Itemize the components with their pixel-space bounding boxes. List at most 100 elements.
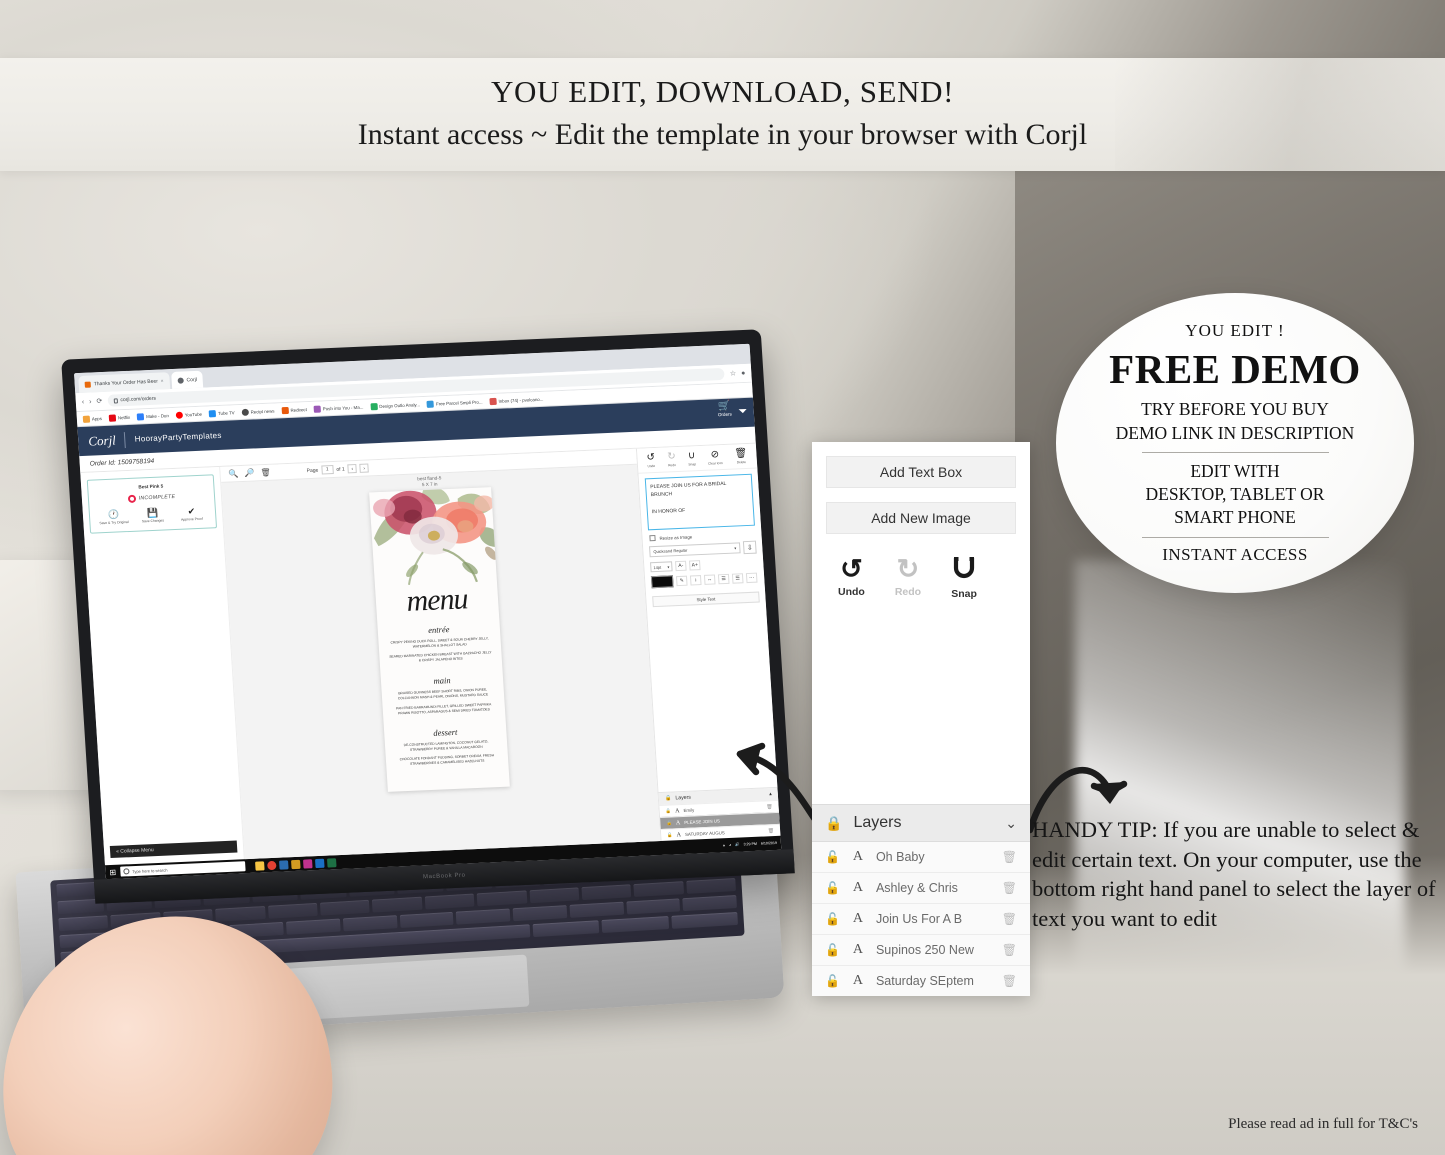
trash-icon[interactable]: 🗑 [1002,912,1017,926]
bookmark-favicon [489,397,497,405]
unlock-icon[interactable]: 🔓 [825,943,840,957]
browser-tab-active[interactable]: Corjl [171,370,204,389]
unlock-icon[interactable]: 🔓 [825,881,840,895]
snap-button[interactable]: ∪ Snap [688,450,696,466]
corjl-logo[interactable]: Corjl [88,432,116,449]
zoom-in-icon[interactable]: 🔍 [228,469,239,478]
order-card[interactable]: Best Pink 5 INCOMPLETE 🕐 Save & Try Orig… [86,474,218,534]
chrome-icon[interactable] [266,860,277,870]
undo-button[interactable]: ↺ Undo [646,452,655,468]
more-options-button[interactable]: ⋯ [745,572,758,584]
bookmark-item[interactable]: Push into You - Ma... [313,403,364,413]
clear-button[interactable]: ⊘ Clear Icon [707,449,723,465]
chevron-down-icon[interactable] [738,408,747,414]
chevron-up-icon[interactable]: ▴ [723,843,725,847]
reload-icon[interactable]: ⟳ [96,397,102,405]
trash-icon[interactable]: 🗑 [1002,974,1017,988]
laptop-mockup: Thanks Your Order Has Been... × Corjl ‹ … [0,329,810,1155]
explorer-icon[interactable] [254,860,265,871]
decrease-size-button[interactable]: A- [675,560,687,572]
menu-template-card[interactable]: menu entrée CRISPY PEKING DUCK ROLL, SWE… [369,487,510,792]
undo-button[interactable]: ↺ Undo [838,556,865,600]
back-icon[interactable]: ‹ [82,398,85,405]
style-text-accordion[interactable]: Style Text [652,591,760,608]
network-icon[interactable]: ◕ [729,843,731,847]
bookmark-item[interactable]: Netflix [108,413,131,422]
photoshop-icon[interactable] [278,859,289,870]
bookmark-item[interactable]: YouTube [175,410,203,419]
text-color-swatch[interactable] [650,575,674,589]
zoom-out-icon[interactable]: 🔎 [244,468,255,477]
bookmark-item[interactable]: Design Outlo Analy... [370,401,420,410]
outlook-icon[interactable] [314,858,325,868]
prev-page-button[interactable]: ‹ [347,464,357,474]
align-left-button[interactable]: ☰ [717,573,730,585]
trash-icon[interactable]: 🗑 [1002,943,1017,957]
redo-button[interactable]: ↻ Redo [895,556,921,600]
trash-icon[interactable]: 🗑 [768,828,775,834]
unlock-icon[interactable]: 🔓 [666,808,672,814]
chevron-down-icon[interactable]: ⌄ [1005,815,1017,832]
trash-icon[interactable]: 🗑 [260,468,271,477]
upload-icon: ⇩ [746,544,753,552]
bookmark-item[interactable]: Make - Dun [136,412,169,421]
unlock-icon[interactable]: 🔓 [666,820,672,826]
approve-proof-button[interactable]: ✔ Approve Proof [176,506,207,523]
star-icon[interactable]: ☆ [730,369,737,377]
bookmark-item[interactable]: Inbox (74) - pvolcano... [489,395,544,405]
font-family-select[interactable]: Quicksand Regular ▾ [649,542,741,558]
save-try-original-button[interactable]: 🕐 Save & Try Original [98,509,129,526]
close-icon[interactable]: × [160,378,163,384]
increase-size-button[interactable]: A+ [689,560,701,571]
bookmark-item[interactable]: Free Parcel Smpli Pro... [426,398,483,408]
checkbox-icon[interactable] [649,535,656,542]
banner-shadow-overlay [1115,58,1445,171]
align-center-button[interactable]: ☰ [731,573,744,584]
layers-panel-header[interactable]: 🔒 Layers ⌄ [812,804,1030,842]
illustrator-icon[interactable] [290,859,301,869]
bookmark-item[interactable]: Recipt news [241,407,275,416]
layer-row[interactable]: 🔓 A Supinos 250 New 🗑 [812,935,1030,966]
bookmark-item[interactable]: Tube TV [208,409,235,417]
redo-button[interactable]: ↻ Redo [667,451,676,467]
text-content-input[interactable]: PLEASE JOIN US FOR A BRIDAL BRUNCH IN HO… [644,473,755,531]
trash-icon[interactable]: 🗑 [1002,850,1017,864]
unlock-icon[interactable]: 🔓 [825,974,840,988]
layer-row[interactable]: 🔓 A Saturday SEptem 🗑 [812,966,1030,996]
collapse-menu-button[interactable]: « Collapse Menu [109,840,238,859]
add-new-image-button[interactable]: Add New Image [826,502,1016,534]
letter-spacing-button[interactable]: ↔ [703,574,716,585]
profile-avatar[interactable]: ● [741,369,746,376]
delete-button[interactable]: 🗑 Delete [734,448,748,465]
layer-name: Join Us For A B [875,912,963,926]
add-text-box-button[interactable]: Add Text Box [826,456,1016,488]
snap-button[interactable]: Snap [951,556,977,600]
volume-icon[interactable]: 🔊 [735,843,740,847]
bookmark-label: Apps [91,415,103,422]
menu-item: CRISPY PEKING DUCK ROLL, SWEET & SOUR CH… [390,636,489,649]
panel-tools-row: ↺ Undo ↻ Redo Snap [812,534,1030,601]
unlock-icon[interactable]: 🔓 [825,912,840,926]
eyedropper-button[interactable]: ✎ [675,575,688,587]
unlock-icon[interactable]: 🔓 [667,832,673,838]
excel-icon[interactable] [326,857,337,868]
windows-icon[interactable]: ⊞ [109,867,116,876]
next-page-button[interactable]: › [359,463,369,473]
bookmark-item[interactable]: Apps [82,415,103,423]
indesign-icon[interactable] [302,858,313,869]
unlock-icon[interactable]: 🔓 [825,850,840,864]
layer-row[interactable]: 🔓 A Ashley & Chris 🗑 [812,873,1030,904]
badge-sub2: DEMO LINK IN DESCRIPTION [1115,422,1355,443]
layer-row[interactable]: 🔓 A Oh Baby 🗑 [812,842,1030,873]
orders-button[interactable]: 🛒 Orders [717,401,732,418]
upload-font-button[interactable]: ⇩ [742,540,757,555]
page-input[interactable]: 1 [321,465,334,475]
bookmark-item[interactable]: Redirect [281,406,307,414]
save-changes-button[interactable]: 💾 Save Changes [137,508,168,524]
forward-icon[interactable]: › [89,398,92,405]
handy-tip-text: HANDY TIP: If you are unable to select &… [1032,817,1436,932]
line-height-button[interactable]: ↕ [689,575,702,586]
font-size-select[interactable]: 14pt ▾ [650,561,673,573]
layer-row[interactable]: 🔓 A Join Us For A B 🗑 [812,904,1030,935]
trash-icon[interactable]: 🗑 [1002,881,1017,895]
